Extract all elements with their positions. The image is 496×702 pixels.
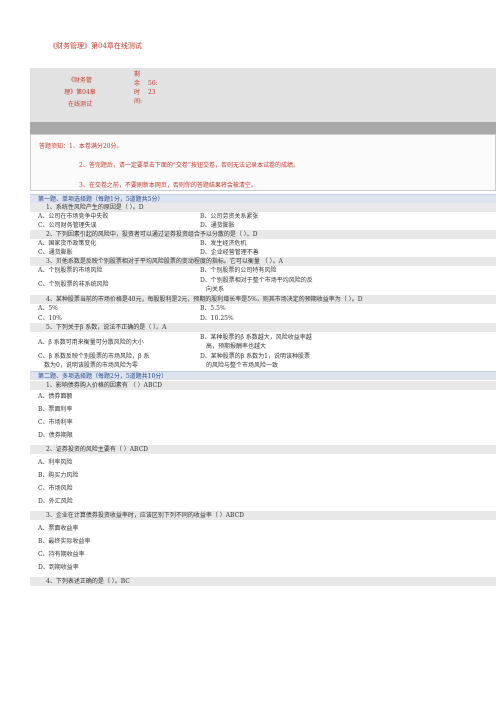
option-c[interactable]: C、持有期收益率 [38, 550, 85, 559]
option-c[interactable]: C、个别股票的非系统风险 [38, 280, 109, 289]
question-stem: 4、某种股票当前的市场价格是40元，每股股利是2元，预期的股利增长率是5%，则其… [30, 295, 496, 304]
question-stem: 1、系统性风险产生的原因是（ ）。D [30, 203, 496, 212]
option-c[interactable]: C、市场利率 [38, 418, 73, 427]
question-stem: 2、证券投资的风险主要有（ ）ABCD [30, 445, 496, 454]
instruction-line: 3、在交卷之前，不要刷新本网页，否则你的答题结果将会被清空。 [79, 182, 257, 189]
option-a[interactable]: A、票面收益率 [38, 524, 78, 533]
timer-label: 时 [134, 89, 141, 96]
option-d[interactable]: D、通货膨胀 [200, 221, 235, 230]
instruction-line: 答题须知：1、本卷满分20分。 [39, 143, 123, 150]
remaining-time: 剩 余 56: 时 23 间: [134, 70, 158, 106]
exam-name: 《财务管 理》第04章 在线测试 [52, 75, 108, 111]
section-single-choice: 第一题、单项选择题（每题1分，5道题共5分） [30, 194, 496, 203]
timer-value: 23 [148, 89, 156, 96]
section-multiple-choice: 第二题、多项选择题（每题2分，5道题共10分） [30, 371, 496, 380]
option-text: D、个别股票相对于整个市场平均风险的反 [200, 277, 313, 284]
exam-name-line: 理》第04章 [64, 89, 96, 96]
question-stem: 5、下列关于β 系数，说法不正确的是（ ）。A [30, 323, 496, 332]
timer-label: 余 [134, 80, 141, 87]
option-d[interactable]: D、某种股票的β 系数为1，说明该种股票 的风险与整个市场风险一致 [200, 352, 310, 370]
option-text: 数为0，说明该股票的市场风险为零 [44, 362, 138, 369]
answer-instructions: 答题须知：1、本卷满分20分。 2、答完题后，请一定要单击下面的“交卷”按钮交卷… [30, 134, 496, 191]
option-b[interactable]: B、发生经济危机 [200, 239, 246, 248]
option-b[interactable]: B、5.5% [200, 304, 226, 313]
option-b[interactable]: B、最终实际收益率 [38, 537, 90, 546]
option-d[interactable]: D、到期收益率 [38, 563, 79, 572]
option-b[interactable]: B、公司劳资关系紧张 [200, 212, 258, 221]
option-a[interactable]: A、利率风险 [38, 458, 72, 467]
option-d[interactable]: D、外汇风险 [38, 497, 73, 506]
option-a[interactable]: A、公司在市场竞争中失败 [38, 212, 108, 221]
question-stem: 1、影响债券购入价格的因素有 （ ）ABCD [30, 381, 496, 390]
question-stem: 2、下列因素引起的风险中，投资者可以通过证券投资组合予以分散的是（ ）。D [30, 230, 496, 239]
option-c[interactable]: C、公司财务管理失误 [38, 221, 97, 230]
option-text: 的风险与整个市场风险一致 [206, 362, 279, 369]
option-c[interactable]: C、10% [38, 314, 62, 323]
instruction-line: 2、答完题后，请一定要单击下面的“交卷”按钮交卷，否则无法记录本试卷的成绩。 [79, 162, 299, 169]
option-d[interactable]: D、个别股票相对于整个市场平均风险的反 向关系 [200, 276, 313, 294]
option-c[interactable]: C、通货膨胀 [38, 248, 73, 257]
option-text: B、某种股票的β 系数越大，风险收益率越 [200, 334, 312, 341]
option-d[interactable]: D、企业经营管理不善 [200, 248, 259, 257]
option-text: 高，预期报酬率也越大 [206, 343, 267, 350]
timer-label: 间: [134, 98, 143, 105]
option-b[interactable]: B、购买力风险 [38, 471, 78, 480]
option-text: C、β 系数反映个别股票的市场风险，β 系 [38, 353, 150, 360]
divider-bar [30, 122, 496, 134]
option-a[interactable]: A、国家货币政策变化 [38, 239, 96, 248]
option-d[interactable]: D、10.25% [200, 314, 234, 323]
option-b[interactable]: B、某种股票的β 系数越大，风险收益率越 高，预期报酬率也越大 [200, 333, 312, 351]
option-b[interactable]: B、个别股票的公司特有风险 [200, 266, 276, 275]
exam-name-line: 《财务管 [67, 77, 92, 84]
option-text: 向关系 [206, 286, 225, 293]
option-c[interactable]: C、市场风险 [38, 484, 73, 493]
option-a[interactable]: A、β 系数可用来衡量可分散风险的大小 [38, 338, 144, 347]
option-text: D、某种股票的β 系数为1，说明该种股票 [200, 353, 311, 360]
option-a[interactable]: A、债券面额 [38, 392, 72, 401]
exam-name-line: 在线测试 [67, 101, 92, 108]
timer-label: 剩 [134, 71, 141, 78]
option-a[interactable]: A、个别股票的市场风险 [38, 266, 102, 275]
option-a[interactable]: A、5% [38, 304, 58, 313]
timer-value: 56: [148, 80, 158, 87]
question-stem: 4、下列表述正确的是（ ）。BC [30, 577, 496, 586]
question-stem: 3、企业在计算债券投资收益率时，应该区别下列不同的收益率（ ）ABCD [30, 511, 496, 520]
option-b[interactable]: B、票面利率 [38, 405, 72, 414]
question-stem: 3、贝他系数是反映个别股票相对于平均风险股票的变动程度的指标。它可以衡量 （ ）… [30, 257, 496, 266]
page-title: 《财务管理》第04章在线测试 [49, 42, 142, 50]
exam-info-bar: 《财务管 理》第04章 在线测试 剩 余 56: 时 23 间: [30, 68, 496, 122]
option-d[interactable]: D、债券期限 [38, 431, 73, 440]
option-c[interactable]: C、β 系数反映个别股票的市场风险，β 系 数为0，说明该股票的市场风险为零 [38, 352, 149, 370]
